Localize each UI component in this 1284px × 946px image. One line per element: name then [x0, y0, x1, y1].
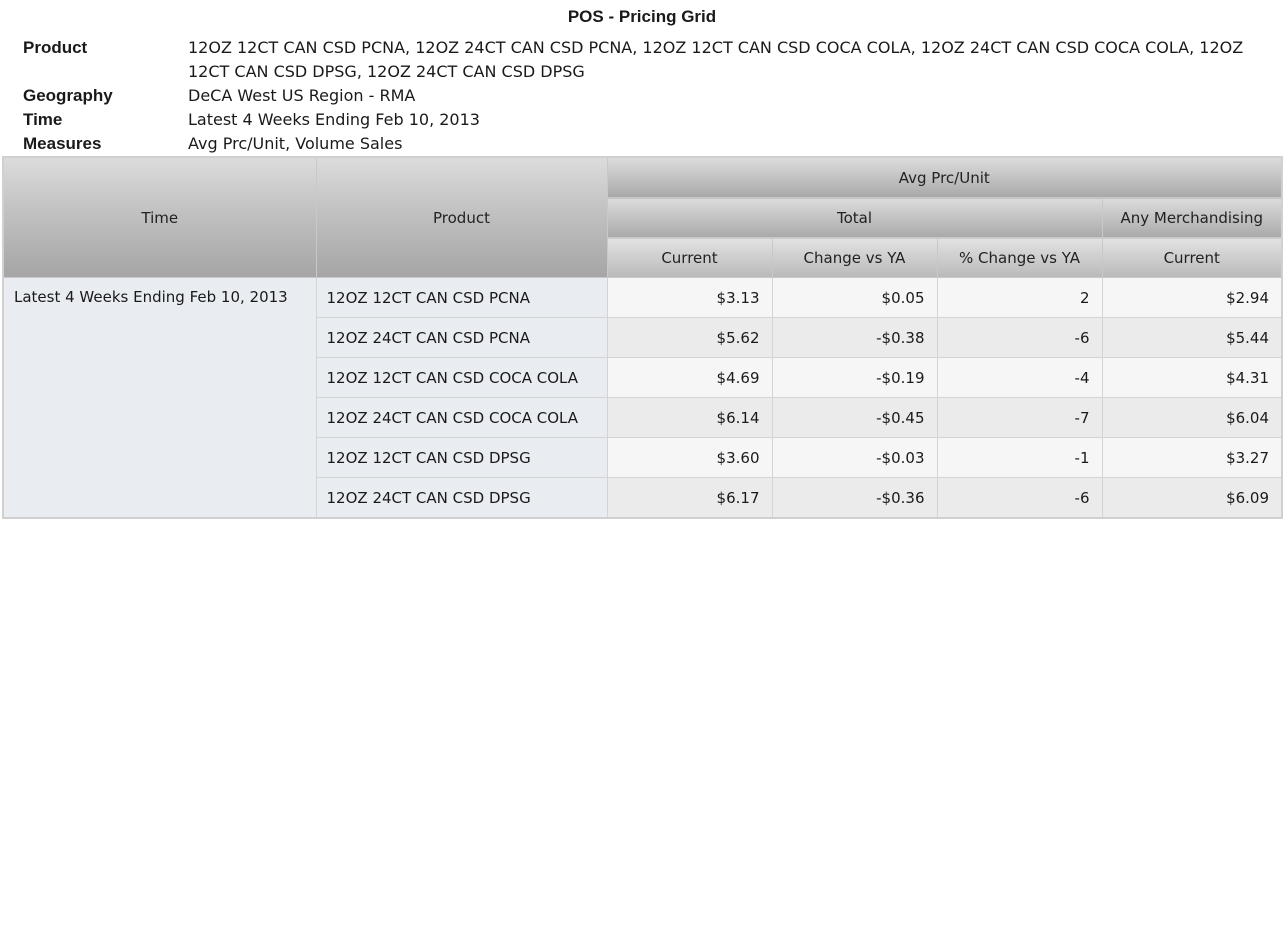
column-header-total[interactable]: Total — [606, 197, 1103, 238]
merch-current-price-cell: $4.31 — [1101, 357, 1283, 398]
product-cell: 12OZ 12CT CAN CSD PCNA — [315, 277, 608, 318]
report-filters: Product 12OZ 12CT CAN CSD PCNA, 12OZ 24C… — [23, 36, 1273, 156]
pct-change-vs-ya-cell: -6 — [936, 317, 1103, 358]
pct-change-vs-ya-cell: -6 — [936, 477, 1103, 519]
change-vs-ya-cell: $0.05 — [771, 277, 938, 318]
current-price-cell: $5.62 — [606, 317, 773, 358]
geography-filter-label: Geography — [23, 86, 113, 105]
pct-change-vs-ya-cell: -1 — [936, 437, 1103, 478]
column-header-any-merchandising[interactable]: Any Merchandising — [1101, 197, 1283, 238]
change-vs-ya-cell: -$0.36 — [771, 477, 938, 519]
column-header-avg-prc-unit[interactable]: Avg Prc/Unit — [606, 156, 1283, 198]
time-filter-label: Time — [23, 110, 63, 129]
pricing-grid: Time Product Avg Prc/Unit Total Any Merc… — [2, 156, 1284, 519]
column-header-current[interactable]: Current — [606, 237, 773, 278]
current-price-cell: $3.60 — [606, 437, 773, 478]
product-cell: 12OZ 12CT CAN CSD COCA COLA — [315, 357, 608, 398]
product-filter-label: Product — [23, 38, 88, 57]
current-price-cell: $6.17 — [606, 477, 773, 519]
filter-row-measures: Measures Avg Prc/Unit, Volume Sales — [23, 132, 1273, 156]
filter-row-product: Product 12OZ 12CT CAN CSD PCNA, 12OZ 24C… — [23, 36, 1273, 84]
measures-filter-label: Measures — [23, 134, 102, 153]
column-header-merch-current[interactable]: Current — [1101, 237, 1283, 278]
merch-current-price-cell: $2.94 — [1101, 277, 1283, 318]
current-price-cell: $4.69 — [606, 357, 773, 398]
pct-change-vs-ya-cell: -7 — [936, 397, 1103, 438]
column-header-change-vs-ya[interactable]: Change vs YA — [771, 237, 938, 278]
merch-current-price-cell: $3.27 — [1101, 437, 1283, 478]
merch-current-price-cell: $5.44 — [1101, 317, 1283, 358]
time-period-cell: Latest 4 Weeks Ending Feb 10, 2013 — [2, 277, 317, 519]
change-vs-ya-cell: -$0.45 — [771, 397, 938, 438]
column-header-pct-change-vs-ya[interactable]: % Change vs YA — [936, 237, 1103, 278]
filter-row-time: Time Latest 4 Weeks Ending Feb 10, 2013 — [23, 108, 1273, 132]
table-row: Latest 4 Weeks Ending Feb 10, 2013 12OZ … — [2, 277, 1283, 519]
current-price-cell: $6.14 — [606, 397, 773, 438]
filter-row-geography: Geography DeCA West US Region - RMA — [23, 84, 1273, 108]
change-vs-ya-cell: -$0.19 — [771, 357, 938, 398]
current-price-cell: $3.13 — [606, 277, 773, 318]
pct-change-vs-ya-cell: 2 — [936, 277, 1103, 318]
column-header-time[interactable]: Time — [2, 156, 317, 278]
product-cell: 12OZ 24CT CAN CSD DPSG — [315, 477, 608, 519]
header-row-1: Time Product Avg Prc/Unit — [2, 156, 1283, 278]
merch-current-price-cell: $6.09 — [1101, 477, 1283, 519]
geography-filter-value: DeCA West US Region - RMA — [188, 86, 416, 105]
change-vs-ya-cell: -$0.03 — [771, 437, 938, 478]
change-vs-ya-cell: -$0.38 — [771, 317, 938, 358]
pct-change-vs-ya-cell: -4 — [936, 357, 1103, 398]
column-header-product[interactable]: Product — [315, 156, 608, 278]
product-cell: 12OZ 24CT CAN CSD PCNA — [315, 317, 608, 358]
pricing-grid-container: Time Product Avg Prc/Unit Total Any Merc… — [2, 156, 1284, 519]
product-cell: 12OZ 24CT CAN CSD COCA COLA — [315, 397, 608, 438]
report-title: POS - Pricing Grid — [567, 7, 717, 26]
measures-filter-value: Avg Prc/Unit, Volume Sales — [188, 134, 403, 153]
product-filter-value: 12OZ 12CT CAN CSD PCNA, 12OZ 24CT CAN CS… — [188, 38, 1244, 81]
product-cell: 12OZ 12CT CAN CSD DPSG — [315, 437, 608, 478]
time-filter-value: Latest 4 Weeks Ending Feb 10, 2013 — [188, 110, 480, 129]
merch-current-price-cell: $6.04 — [1101, 397, 1283, 438]
